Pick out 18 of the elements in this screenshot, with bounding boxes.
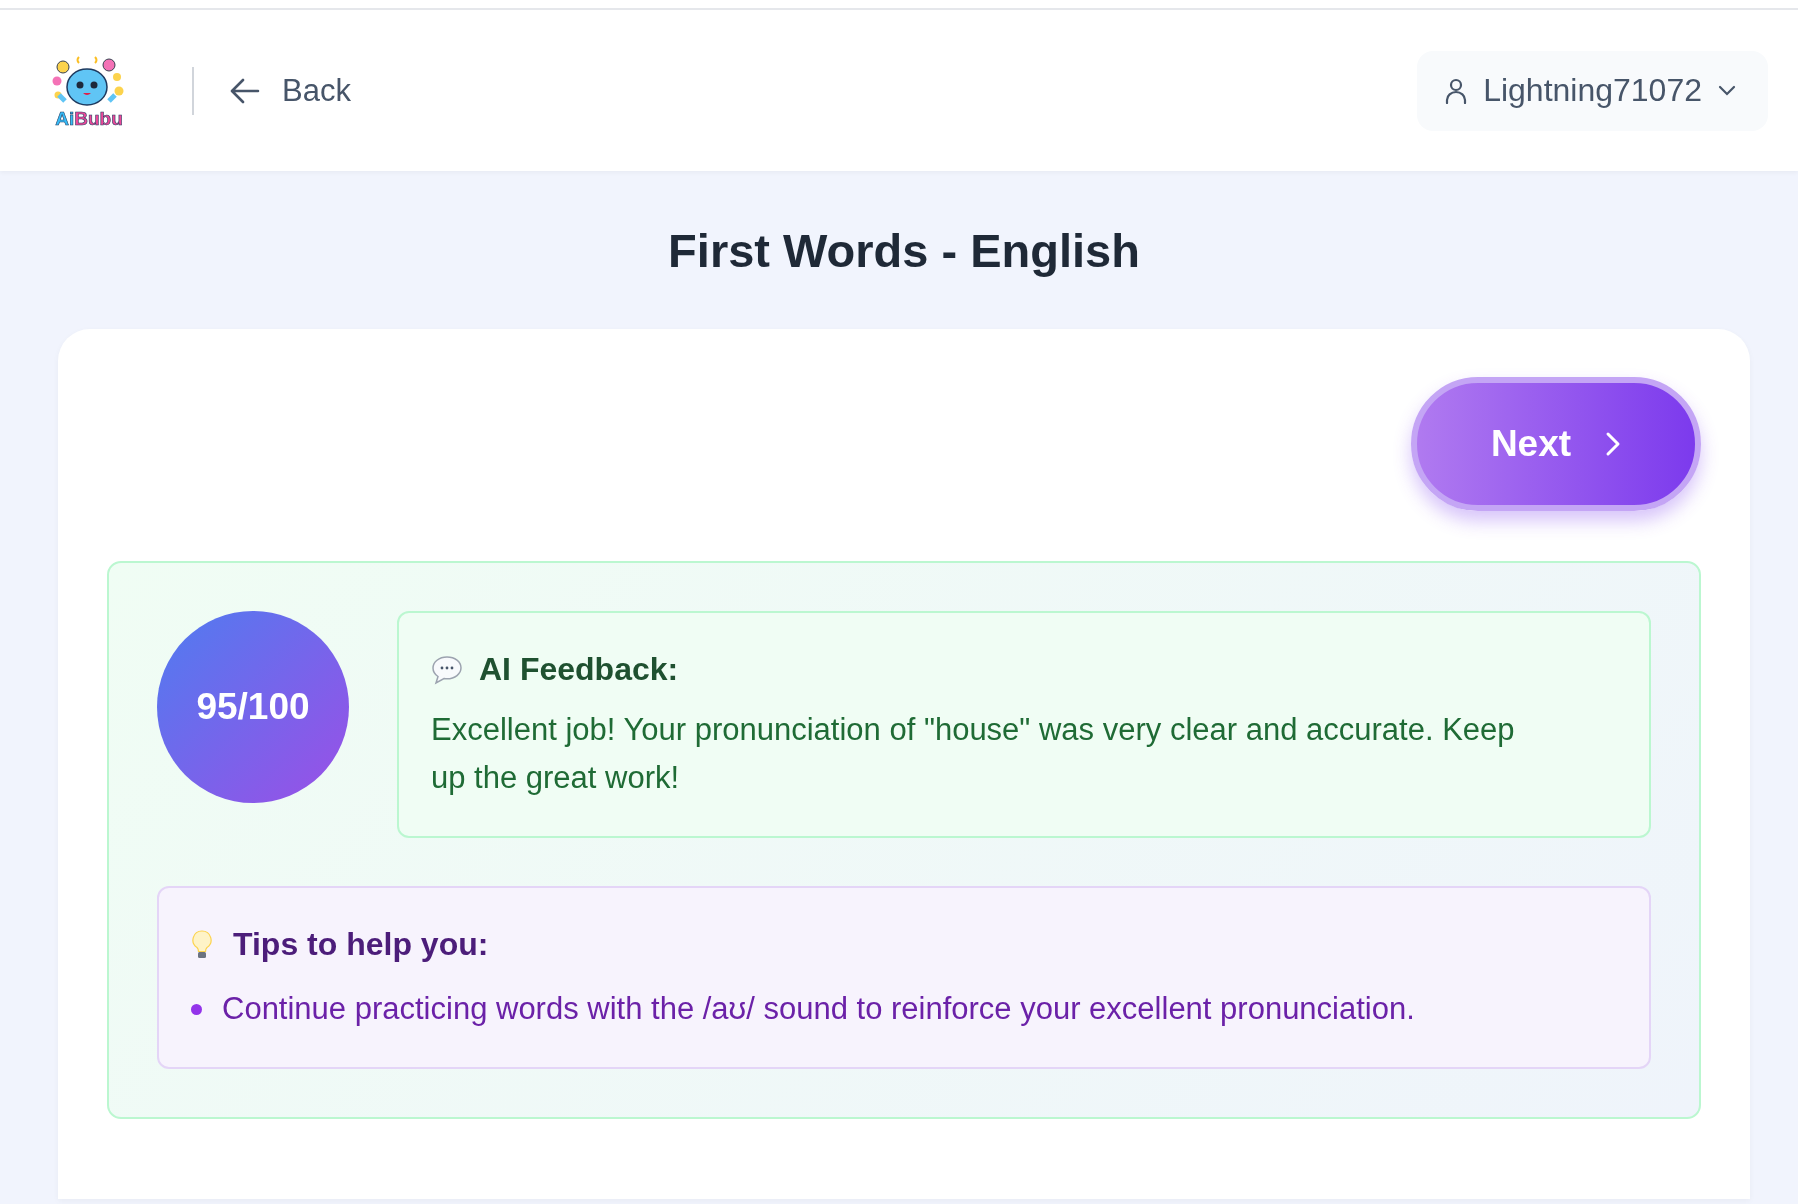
tip-text: Continue practicing words with the /aʊ/ sound to reinforce your excellent pronunciation.	[222, 990, 1415, 1028]
feedback-heading: AI Feedback:	[479, 651, 679, 688]
user-menu[interactable]: Lightning71072	[1417, 50, 1768, 131]
speech-bubble-icon	[431, 654, 463, 685]
feedback-text: Excellent job! Your pronunciation of "house" was very clear and accurate. Keep up the great work!	[431, 711, 1516, 797]
tips-heading: Tips to help you:	[233, 926, 489, 963]
page-title: First Words - English	[667, 223, 1141, 279]
bullet-icon	[191, 1003, 202, 1015]
user-icon	[1445, 77, 1468, 104]
chevron-right-icon	[1605, 431, 1622, 457]
logo-text: AiBubu	[55, 108, 123, 129]
chevron-down-icon	[1718, 84, 1736, 97]
next-button[interactable]: Next	[1411, 377, 1701, 511]
arrow-left-icon	[230, 77, 260, 104]
logo[interactable]: AiBubu	[48, 52, 130, 129]
back-button[interactable]: Back	[224, 68, 357, 113]
score-circle: 95/100	[157, 611, 349, 803]
light-bulb-icon	[191, 928, 213, 961]
